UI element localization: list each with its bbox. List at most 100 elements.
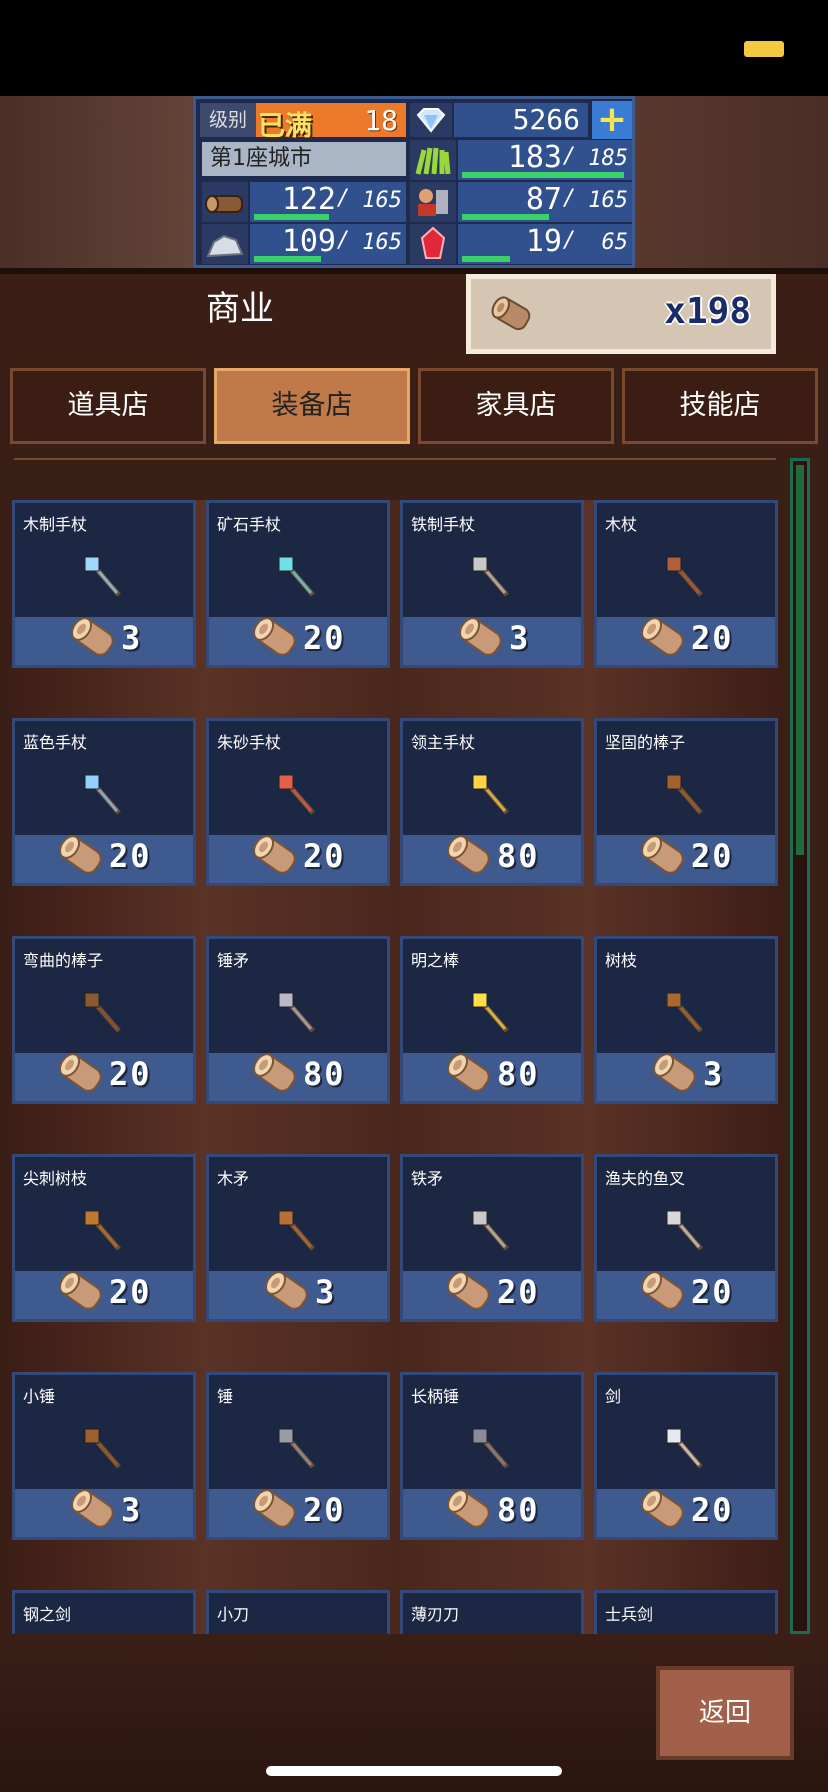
item-price: 80: [497, 1491, 540, 1529]
shelf-line: [14, 458, 776, 460]
small-hammer-icon: [15, 1407, 193, 1489]
level-max-tag: 已满: [258, 111, 312, 142]
item-name: 木矛: [217, 1169, 250, 1188]
diamond-icon: [410, 103, 452, 137]
bent-club-icon: [15, 971, 193, 1053]
log-icon: [247, 1481, 303, 1537]
stone-counter: 109/165: [250, 224, 406, 264]
shop-item[interactable]: 长柄锤 80: [400, 1372, 584, 1540]
item-price: 20: [691, 1273, 734, 1311]
tab-equipment-shop[interactable]: 装备店: [214, 368, 410, 444]
food-counter: 183/185: [458, 140, 632, 180]
cinnabar-staff-icon: [209, 753, 387, 835]
wood-spear-icon: [209, 1189, 387, 1271]
item-price: 80: [497, 1055, 540, 1093]
back-button[interactable]: 返回: [656, 1666, 794, 1760]
item-price: 20: [691, 619, 734, 657]
scrollbar-thumb[interactable]: [796, 465, 804, 855]
price-bar: 3: [15, 617, 193, 665]
log-icon: [65, 1481, 121, 1537]
level-label: 级别: [200, 103, 256, 137]
log-icon: [53, 827, 109, 883]
price-bar: 80: [403, 1489, 581, 1537]
log-icon: [635, 1263, 691, 1319]
item-name: 木制手杖: [23, 515, 88, 534]
item-price: 3: [315, 1273, 337, 1311]
soldier-icon: [410, 182, 456, 222]
shop-item[interactable]: 小锤 3: [12, 1372, 196, 1540]
log-icon: [441, 1481, 497, 1537]
price-bar: 80: [403, 835, 581, 883]
item-price: 20: [691, 1491, 734, 1529]
item-name: 钢之剑: [23, 1605, 72, 1624]
city-name: 第1座城市: [202, 142, 406, 176]
item-name: 坚固的棒子: [605, 733, 686, 752]
spiked-branch-icon: [15, 1189, 193, 1271]
shop-item[interactable]: 锤矛 80: [206, 936, 390, 1104]
food-bar: [462, 172, 624, 178]
shop-item[interactable]: 矿石手杖 20: [206, 500, 390, 668]
shop-item[interactable]: 剑 20: [594, 1372, 778, 1540]
tab-furniture-shop[interactable]: 家具店: [418, 368, 614, 444]
shop-item[interactable]: 渔夫的鱼叉 20: [594, 1154, 778, 1322]
thin-blade-icon: [403, 1625, 581, 1634]
shop-item[interactable]: 树枝 3: [594, 936, 778, 1104]
log-icon: [491, 296, 531, 331]
mace-icon: [209, 971, 387, 1053]
food-icon: [410, 140, 456, 180]
shop-item[interactable]: 薄刃刀: [400, 1590, 584, 1634]
status-bar: [0, 0, 828, 96]
item-price: 3: [509, 619, 531, 657]
item-price: 20: [303, 1491, 346, 1529]
price-bar: 20: [209, 835, 387, 883]
item-name: 朱砂手杖: [217, 733, 282, 752]
shop-item[interactable]: 士兵剑: [594, 1590, 778, 1634]
price-bar: 80: [209, 1053, 387, 1101]
log-icon: [65, 609, 121, 665]
blue-staff-icon: [15, 753, 193, 835]
tab-skill-shop[interactable]: 技能店: [622, 368, 818, 444]
shop-item[interactable]: 蓝色手杖 20: [12, 718, 196, 886]
ruby-counter: 19/65: [458, 224, 632, 264]
shop-item[interactable]: 尖刺树枝 20: [12, 1154, 196, 1322]
item-name: 尖刺树枝: [23, 1169, 88, 1188]
shop-item[interactable]: 钢之剑: [12, 1590, 196, 1634]
price-bar: 20: [15, 835, 193, 883]
shop-item[interactable]: 朱砂手杖 20: [206, 718, 390, 886]
shop-item[interactable]: 铁矛 20: [400, 1154, 584, 1322]
home-indicator[interactable]: [266, 1766, 562, 1776]
scrollbar[interactable]: [790, 458, 810, 1634]
item-price: 20: [303, 837, 346, 875]
shop-item[interactable]: 铁制手杖 3: [400, 500, 584, 668]
shop-item[interactable]: 木矛 3: [206, 1154, 390, 1322]
shop-item[interactable]: 小刀: [206, 1590, 390, 1634]
shop-item[interactable]: 木杖 20: [594, 500, 778, 668]
log-icon: [635, 1481, 691, 1537]
item-price: 3: [121, 1491, 143, 1529]
tab-item-shop[interactable]: 道具店: [10, 368, 206, 444]
item-price: 3: [121, 619, 143, 657]
log-icon: [247, 1045, 303, 1101]
item-price: 20: [691, 837, 734, 875]
lord-staff-icon: [403, 753, 581, 835]
item-price: 80: [497, 837, 540, 875]
branch-icon: [597, 971, 775, 1053]
shop-item[interactable]: 木制手杖 3: [12, 500, 196, 668]
item-price: 20: [497, 1273, 540, 1311]
page-title: 商业: [206, 289, 274, 329]
price-bar: 20: [15, 1053, 193, 1101]
shop-item[interactable]: 坚固的棒子 20: [594, 718, 778, 886]
add-diamonds-button[interactable]: +: [592, 101, 632, 139]
shop-item[interactable]: 锤 20: [206, 1372, 390, 1540]
shop-tabs: 道具店 装备店 家具店 技能店: [0, 364, 828, 454]
price-bar: 20: [15, 1271, 193, 1319]
shop-item[interactable]: 明之棒 80: [400, 936, 584, 1104]
shop-item[interactable]: 弯曲的棒子 20: [12, 936, 196, 1104]
item-name: 矿石手杖: [217, 515, 282, 534]
item-name: 长柄锤: [411, 1387, 460, 1406]
log-icon: [453, 609, 509, 665]
sword-icon: [597, 1407, 775, 1489]
price-bar: 20: [597, 617, 775, 665]
battery-icon: [744, 41, 784, 57]
shop-item[interactable]: 领主手杖 80: [400, 718, 584, 886]
